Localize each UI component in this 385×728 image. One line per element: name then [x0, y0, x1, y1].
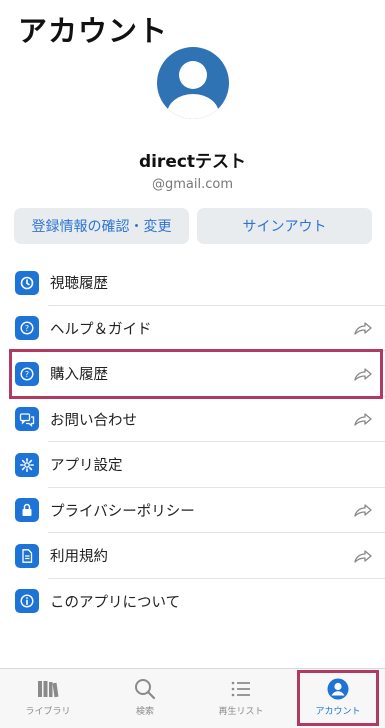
menu-label-terms: 利用規約	[50, 549, 108, 566]
purchase-history-icon: ?	[15, 361, 39, 386]
menu-label-about: このアプリについて	[50, 594, 181, 611]
menu-item-terms[interactable]: 利用規約	[0, 533, 385, 579]
menu-label-purchase-history: 購入履歴	[50, 367, 108, 384]
menu-label-history: 視聴履歴	[50, 276, 108, 293]
page-title: アカウント	[18, 14, 169, 48]
account-icon	[327, 678, 349, 700]
avatar-body	[167, 94, 219, 119]
menu-label-contact: お問い合わせ	[50, 412, 137, 429]
tab-account[interactable]: アカウント	[290, 669, 385, 728]
tab-label-library: ライブラリ	[25, 707, 71, 717]
info-icon	[15, 589, 39, 614]
user-email: @gmail.com	[151, 177, 233, 192]
sign-out-button[interactable]: サインアウト	[197, 208, 372, 244]
external-link-icon	[354, 504, 372, 517]
menu-label-settings: アプリ設定	[50, 458, 123, 475]
menu-list: 視聴履歴 ? ヘルプ＆ガイド ? 購入履歴 お問い合わせ アプリ設定 プライバシ…	[0, 260, 385, 624]
menu-item-privacy[interactable]: プライバシーポリシー	[0, 488, 385, 534]
external-link-icon	[354, 413, 372, 426]
chat-icon	[15, 407, 39, 432]
gear-icon	[15, 452, 39, 477]
avatar	[157, 47, 229, 119]
menu-item-help[interactable]: ? ヘルプ＆ガイド	[0, 306, 385, 352]
menu-item-settings[interactable]: アプリ設定	[0, 442, 385, 488]
user-name: directテスト	[138, 152, 247, 172]
tab-bar: ライブラリ 検索 再生リスト アカウント	[0, 668, 385, 728]
external-link-icon	[354, 550, 372, 563]
help-icon: ?	[15, 316, 39, 341]
svg-text:?: ?	[25, 370, 29, 379]
menu-label-privacy: プライバシーポリシー	[50, 503, 195, 520]
lock-icon	[15, 498, 39, 523]
tab-label-playlist: 再生リスト	[218, 707, 264, 717]
document-icon	[15, 543, 39, 568]
avatar-head	[179, 61, 207, 89]
menu-item-history[interactable]: 視聴履歴	[0, 260, 385, 306]
tab-label-account: アカウント	[315, 707, 361, 717]
library-icon	[38, 681, 59, 698]
tab-label-search: 検索	[135, 707, 154, 717]
history-icon	[15, 270, 39, 295]
svg-text:?: ?	[25, 324, 29, 333]
menu-label-help: ヘルプ＆ガイド	[50, 321, 152, 338]
menu-item-purchase-history[interactable]: ? 購入履歴	[0, 351, 385, 397]
playlist-icon	[231, 681, 250, 697]
tab-library[interactable]: ライブラリ	[0, 669, 96, 728]
search-icon	[135, 679, 156, 700]
menu-item-about[interactable]: このアプリについて	[0, 579, 385, 625]
external-link-icon	[354, 322, 372, 335]
menu-item-contact[interactable]: お問い合わせ	[0, 397, 385, 443]
external-link-icon	[354, 368, 372, 381]
edit-account-button[interactable]: 登録情報の確認・変更	[14, 208, 189, 244]
tab-playlist[interactable]: 再生リスト	[193, 669, 289, 728]
tab-search[interactable]: 検索	[97, 669, 193, 728]
